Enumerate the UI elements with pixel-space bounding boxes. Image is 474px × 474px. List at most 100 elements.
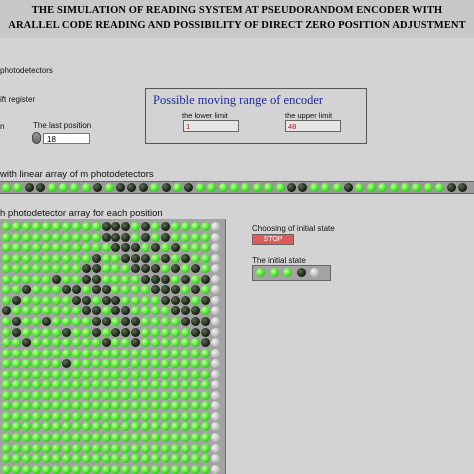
matrix-led-20-6 bbox=[51, 422, 61, 432]
matrix-led-6-12 bbox=[111, 274, 121, 284]
linear-led-21 bbox=[230, 183, 239, 192]
matrix-led-13-4 bbox=[31, 348, 41, 358]
lower-limit-field[interactable]: 1 bbox=[183, 120, 239, 132]
matrix-led-24-10 bbox=[91, 464, 101, 474]
linear-led-10 bbox=[104, 183, 114, 192]
matrix-led-3-6 bbox=[51, 243, 61, 253]
matrix-led-3-5 bbox=[41, 243, 51, 253]
matrix-led-23-10 bbox=[91, 454, 101, 464]
initial-state-led-5 bbox=[310, 268, 319, 277]
matrix-led-10-22 bbox=[210, 316, 220, 326]
matrix-led-4-6 bbox=[51, 253, 61, 263]
matrix-led-10-10 bbox=[91, 316, 101, 326]
matrix-led-1-3 bbox=[21, 222, 31, 231]
matrix-led-4-3 bbox=[21, 253, 31, 263]
linear-led-25 bbox=[275, 183, 285, 192]
matrix-led-14-7 bbox=[61, 359, 71, 369]
matrix-led-18-2 bbox=[11, 401, 21, 411]
matrix-led-8-21 bbox=[201, 295, 210, 305]
matrix-led-19-4 bbox=[31, 411, 41, 421]
matrix-led-3-21 bbox=[201, 243, 210, 253]
matrix-led-8-20 bbox=[191, 295, 201, 305]
matrix-led-17-21 bbox=[201, 390, 210, 400]
matrix-led-1-16 bbox=[151, 222, 161, 231]
matrix-led-19-5 bbox=[41, 411, 51, 421]
matrix-led-13-3 bbox=[21, 348, 31, 358]
matrix-led-1-5 bbox=[41, 222, 51, 231]
matrix-led-15-12 bbox=[111, 369, 121, 379]
matrix-led-2-3 bbox=[21, 232, 31, 242]
matrix-led-14-17 bbox=[161, 359, 171, 369]
matrix-led-14-3 bbox=[21, 359, 31, 369]
matrix-led-14-19 bbox=[181, 359, 191, 369]
matrix-led-8-2 bbox=[11, 295, 21, 305]
matrix-led-2-14 bbox=[131, 232, 141, 242]
matrix-led-12-15 bbox=[141, 338, 151, 348]
matrix-led-17-6 bbox=[51, 390, 61, 400]
matrix-led-17-7 bbox=[61, 390, 71, 400]
matrix-led-20-2 bbox=[11, 422, 21, 432]
matrix-led-4-18 bbox=[171, 253, 181, 263]
linear-led-28 bbox=[309, 183, 319, 192]
upper-limit-field[interactable]: 48 bbox=[285, 120, 341, 132]
matrix-led-21-12 bbox=[111, 433, 121, 442]
matrix-led-11-11 bbox=[101, 327, 111, 337]
matrix-led-21-5 bbox=[41, 433, 51, 442]
matrix-led-15-9 bbox=[81, 369, 91, 379]
matrix-led-14-15 bbox=[141, 359, 151, 369]
position-knob[interactable] bbox=[32, 132, 41, 144]
title-line-2: ARALLEL CODE READING AND POSSIBILITY OF … bbox=[8, 20, 466, 31]
matrix-led-5-19 bbox=[181, 264, 191, 274]
matrix-led-4-22 bbox=[210, 253, 220, 263]
matrix-led-7-20 bbox=[191, 285, 201, 295]
matrix-led-18-18 bbox=[171, 401, 181, 411]
matrix-led-20-9 bbox=[81, 422, 91, 432]
matrix-led-2-16 bbox=[151, 232, 161, 242]
matrix-led-18-12 bbox=[111, 401, 121, 411]
matrix-led-4-17 bbox=[161, 253, 171, 263]
linear-led-39 bbox=[435, 183, 445, 192]
matrix-led-5-20 bbox=[191, 264, 201, 274]
matrix-led-24-13 bbox=[121, 464, 131, 474]
matrix-led-24-2 bbox=[11, 464, 21, 474]
matrix-led-19-14 bbox=[131, 411, 141, 421]
matrix-led-9-6 bbox=[51, 306, 61, 316]
matrix-led-3-22 bbox=[210, 243, 220, 253]
matrix-led-5-3 bbox=[21, 264, 31, 274]
last-position-field[interactable]: 18 bbox=[43, 133, 90, 144]
matrix-led-13-18 bbox=[171, 348, 181, 358]
matrix-led-5-21 bbox=[201, 264, 210, 274]
matrix-led-2-6 bbox=[51, 232, 61, 242]
matrix-led-7-3 bbox=[21, 285, 31, 295]
matrix-led-8-11 bbox=[101, 295, 111, 305]
matrix-led-9-3 bbox=[21, 306, 31, 316]
matrix-led-10-19 bbox=[181, 316, 191, 326]
matrix-led-12-13 bbox=[121, 338, 131, 348]
matrix-led-22-18 bbox=[171, 443, 181, 453]
matrix-led-9-10 bbox=[91, 306, 101, 316]
matrix-led-21-11 bbox=[101, 433, 111, 442]
title-bar: THE SIMULATION OF READING SYSTEM AT PSEU… bbox=[0, 0, 474, 38]
matrix-led-6-15 bbox=[141, 274, 151, 284]
matrix-led-20-13 bbox=[121, 422, 131, 432]
matrix-led-5-9 bbox=[81, 264, 91, 274]
matrix-led-5-8 bbox=[71, 264, 81, 274]
matrix-led-10-18 bbox=[171, 316, 181, 326]
matrix-led-21-6 bbox=[51, 433, 61, 442]
linear-led-34 bbox=[378, 183, 388, 192]
matrix-led-15-7 bbox=[61, 369, 71, 379]
matrix-led-14-20 bbox=[191, 359, 201, 369]
matrix-led-1-10 bbox=[91, 222, 101, 231]
matrix-led-23-1 bbox=[2, 454, 11, 464]
matrix-led-11-14 bbox=[131, 327, 141, 337]
matrix-led-6-2 bbox=[11, 274, 21, 284]
matrix-led-1-21 bbox=[201, 222, 210, 231]
matrix-led-21-1 bbox=[2, 433, 11, 442]
matrix-led-4-12 bbox=[111, 253, 121, 263]
stop-button[interactable]: STOP bbox=[252, 234, 294, 245]
matrix-led-10-13 bbox=[121, 316, 131, 326]
matrix-led-3-2 bbox=[11, 243, 21, 253]
matrix-led-24-3 bbox=[21, 464, 31, 474]
initial-state-label: The initial state bbox=[252, 256, 306, 265]
matrix-led-15-13 bbox=[121, 369, 131, 379]
